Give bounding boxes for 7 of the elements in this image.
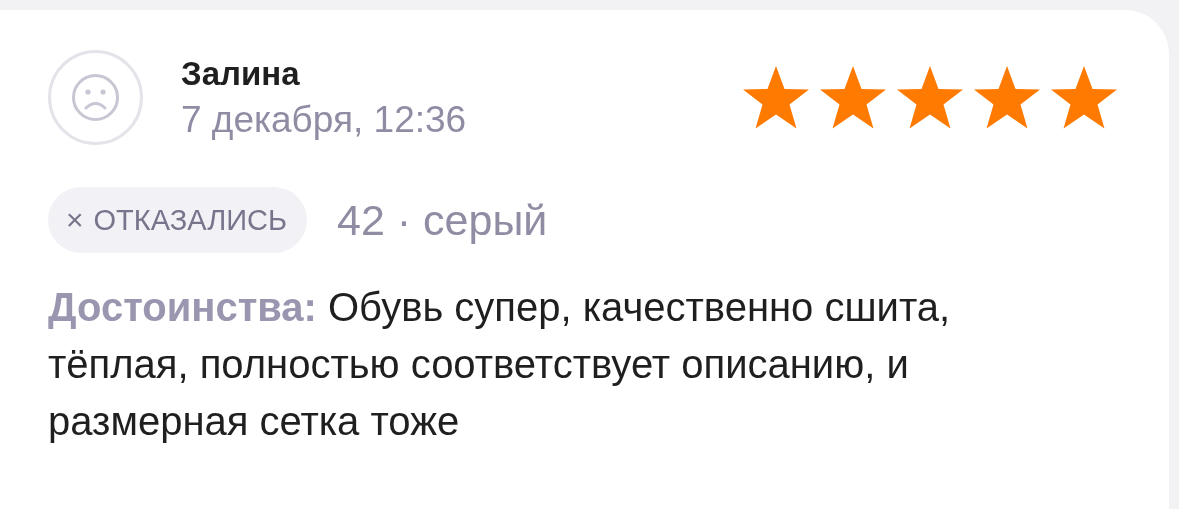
review-date: 7 декабря, 12:36 [181,98,467,141]
review-text: Достоинства: Обувь супер, качественно сшита, тёплая, полностью соответствует описанию, и размерная сетка тоже [48,284,952,445]
author-name: Залина [181,54,301,93]
size-color: 42 · серый [337,195,548,245]
close-icon: × [66,203,84,237]
sad-face-avatar-icon [48,50,143,145]
status-label: ОТКАЗАЛИСЬ [93,203,288,237]
